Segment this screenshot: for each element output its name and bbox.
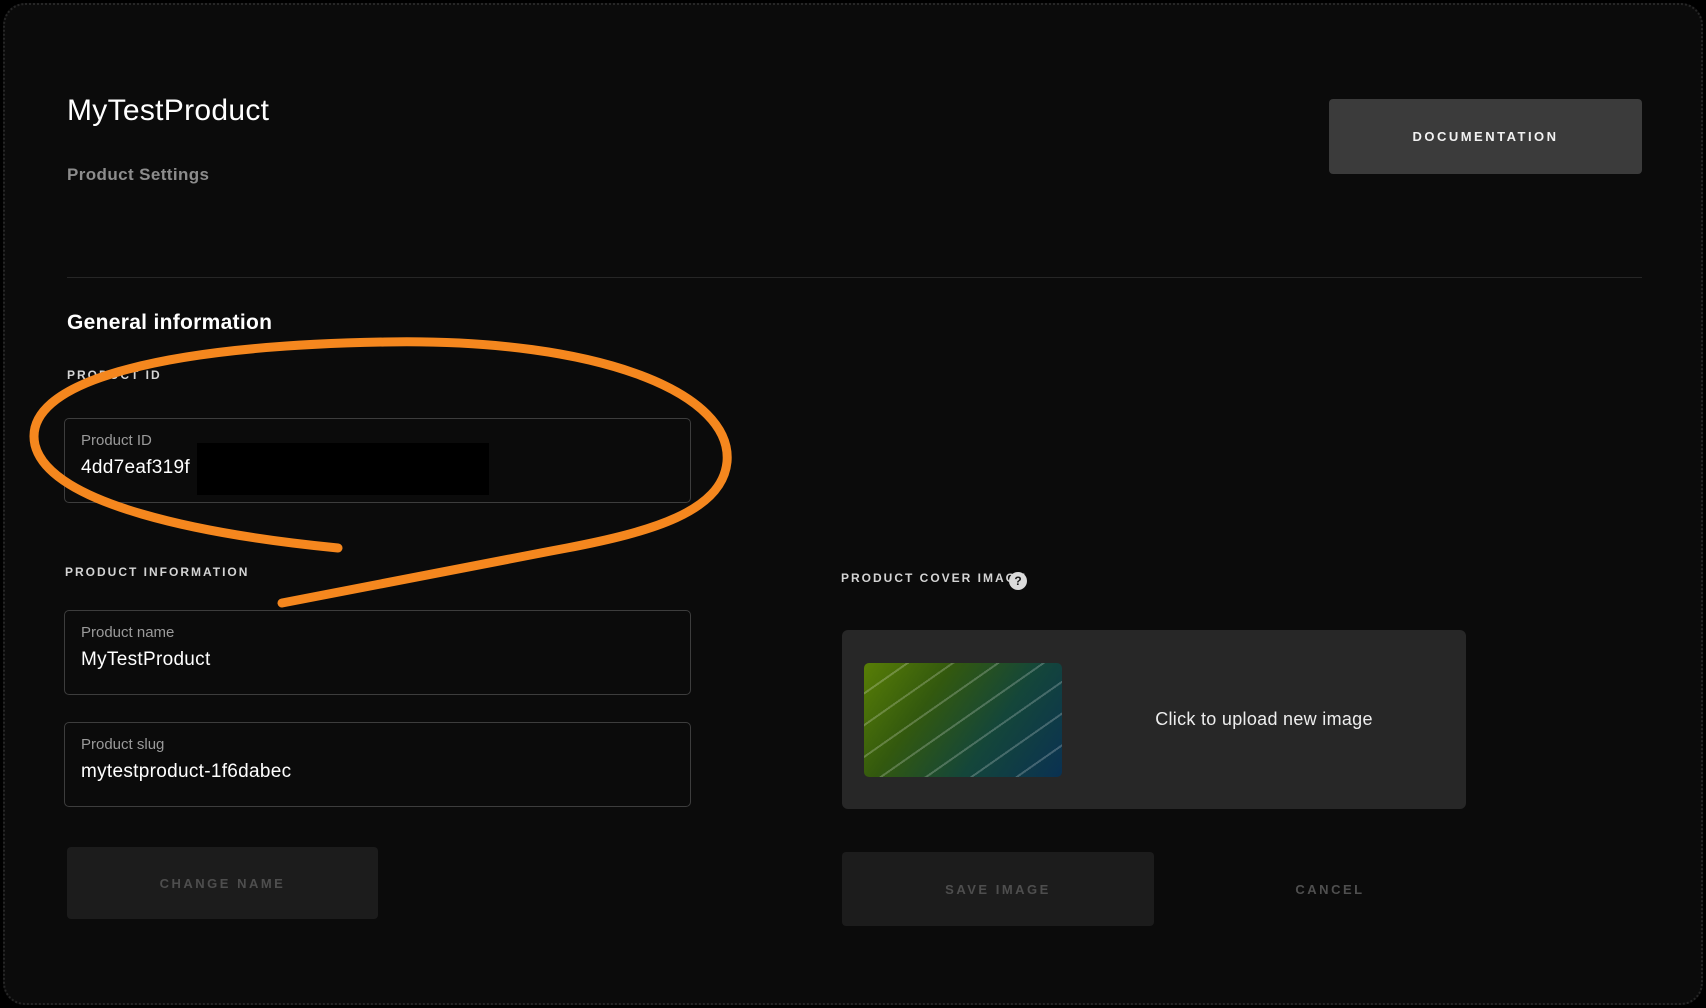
product-cover-image-section-label: PRODUCT COVER IMAGE <box>841 571 1027 585</box>
screenshot-frame: MyTestProduct Product Settings DOCUMENTA… <box>3 3 1703 1005</box>
product-slug-field[interactable]: Product slug mytestproduct-1f6dabec <box>64 722 691 807</box>
cover-image-thumbnail <box>864 663 1062 777</box>
help-icon[interactable]: ? <box>1009 572 1027 590</box>
save-image-button[interactable]: SAVE IMAGE <box>842 852 1154 926</box>
product-slug-field-value: mytestproduct-1f6dabec <box>81 761 674 783</box>
documentation-button[interactable]: DOCUMENTATION <box>1329 99 1642 174</box>
change-name-button[interactable]: CHANGE NAME <box>67 847 378 919</box>
product-settings-page: MyTestProduct Product Settings DOCUMENTA… <box>5 5 1701 1003</box>
page-title: MyTestProduct <box>67 94 269 128</box>
product-name-field-value: MyTestProduct <box>81 649 674 671</box>
product-id-section-label: PRODUCT ID <box>67 368 162 382</box>
product-slug-field-label: Product slug <box>81 736 674 753</box>
product-name-field-label: Product name <box>81 624 674 641</box>
page-subtitle: Product Settings <box>67 165 209 185</box>
product-name-field[interactable]: Product name MyTestProduct <box>64 610 691 695</box>
cancel-button[interactable]: CANCEL <box>1245 852 1415 926</box>
redaction-box <box>197 443 489 495</box>
upload-hint-text: Click to upload new image <box>1062 630 1466 809</box>
product-information-section-label: PRODUCT INFORMATION <box>65 565 249 579</box>
general-information-heading: General information <box>67 311 272 335</box>
cover-image-upload-area[interactable]: Click to upload new image <box>842 630 1466 809</box>
header-divider <box>67 277 1642 278</box>
